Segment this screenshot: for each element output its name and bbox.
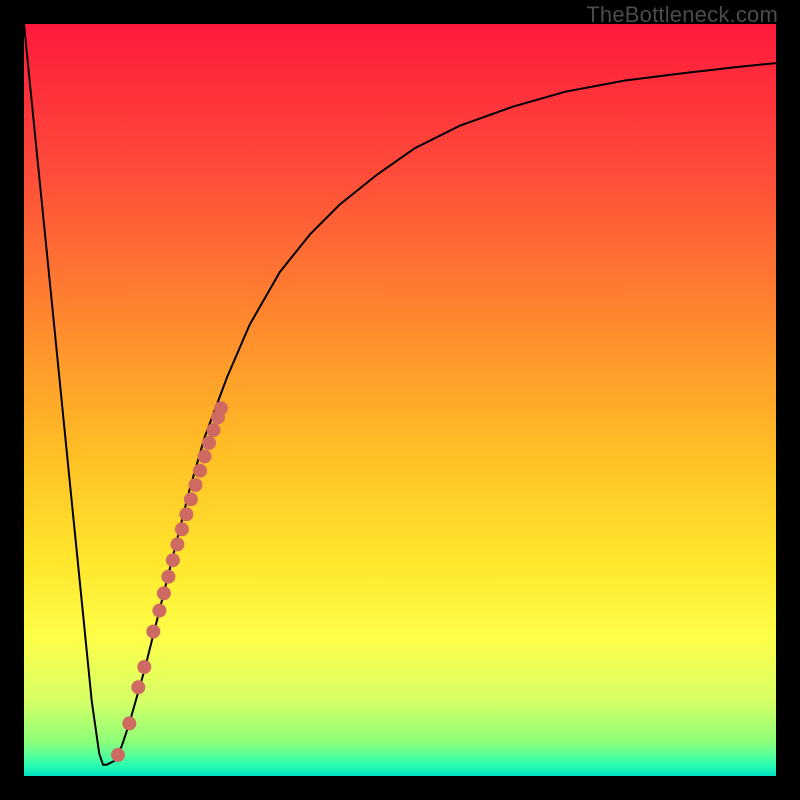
highlight-dot <box>189 478 203 492</box>
highlight-dot <box>184 492 198 506</box>
plot-area <box>24 24 776 776</box>
watermark-text: TheBottleneck.com <box>586 2 778 28</box>
highlight-dot <box>161 570 175 584</box>
chart-frame: TheBottleneck.com <box>0 0 800 800</box>
highlight-dot <box>111 748 125 762</box>
highlight-dot <box>166 553 180 567</box>
highlight-dot <box>157 586 171 600</box>
highlight-dot <box>137 660 151 674</box>
highlight-dot <box>146 625 160 639</box>
highlight-dot <box>175 522 189 536</box>
highlight-dot <box>131 680 145 694</box>
highlight-dot <box>207 423 221 437</box>
highlight-dot <box>152 604 166 618</box>
highlight-dot <box>170 537 184 551</box>
gradient-background <box>24 24 776 776</box>
highlight-dot <box>122 716 136 730</box>
bottleneck-chart <box>24 24 776 776</box>
highlight-dot <box>202 436 216 450</box>
highlight-dot <box>179 507 193 521</box>
highlight-dot <box>214 401 228 415</box>
highlight-dot <box>193 464 207 478</box>
highlight-dot <box>198 449 212 463</box>
